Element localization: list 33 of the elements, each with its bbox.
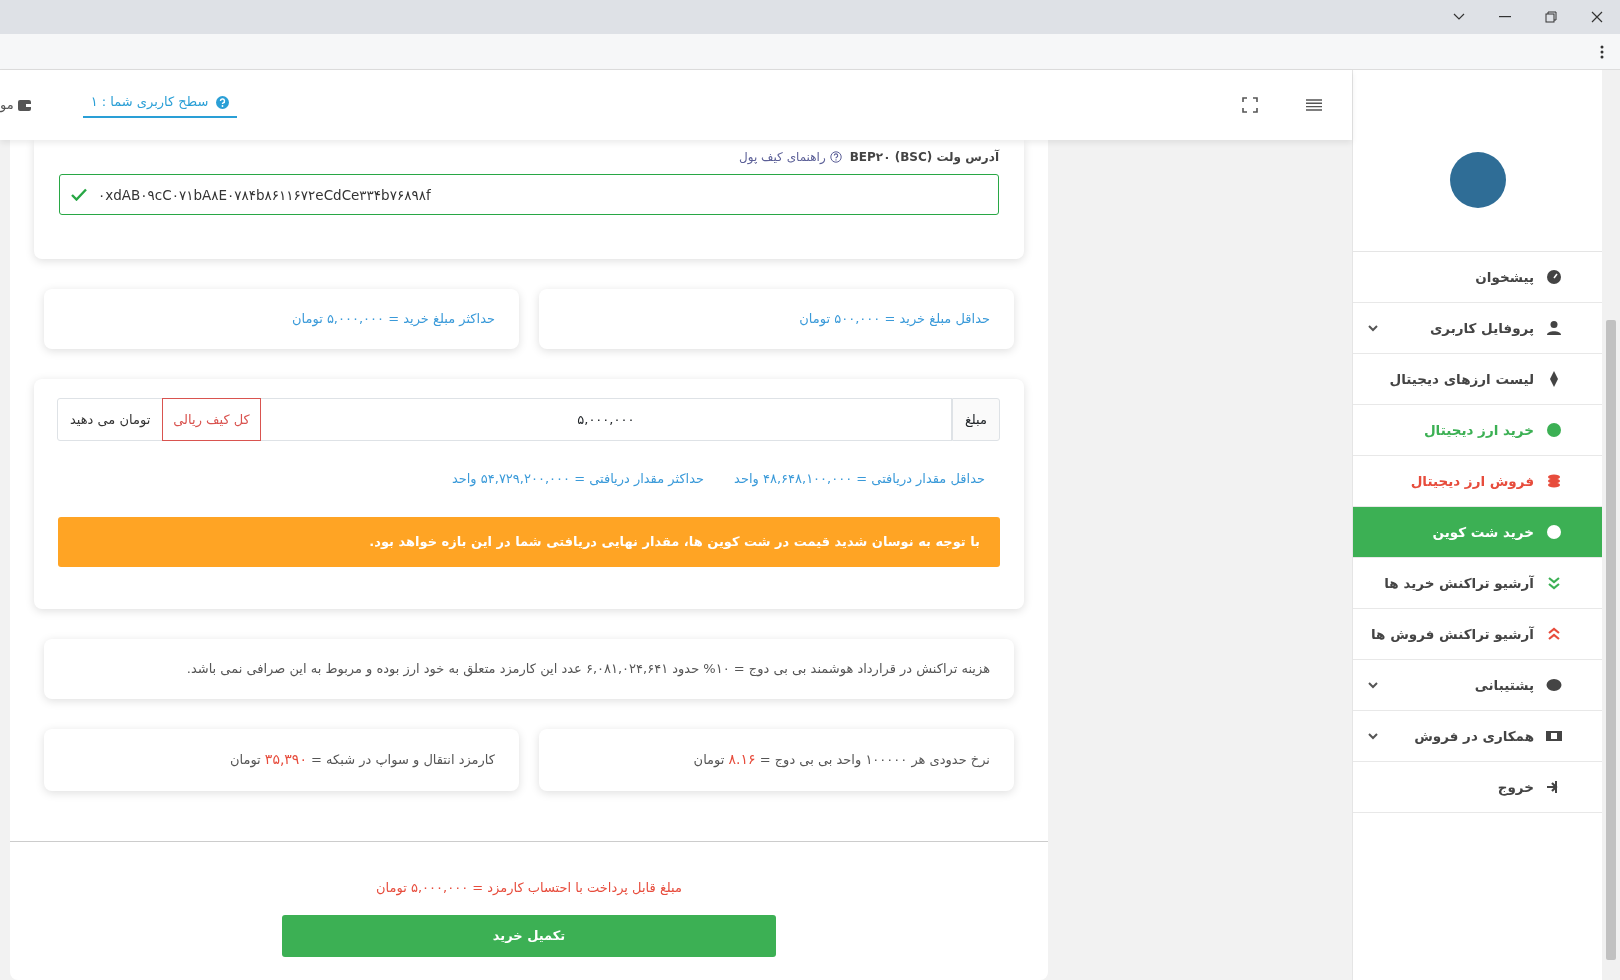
amount-label: مبلغ — [951, 398, 1000, 441]
wallet-icon — [17, 99, 31, 111]
wallet-guide-link[interactable]: راهنمای کیف پول — [739, 148, 842, 166]
gauge-icon — [1546, 269, 1562, 285]
coin-icon — [1546, 524, 1562, 540]
amount-field[interactable]: ۵,۰۰۰,۰۰۰ — [259, 398, 952, 441]
money-icon — [1546, 728, 1562, 744]
coins-icon — [1546, 473, 1562, 489]
currency-suffix: تومان می دهید — [57, 398, 164, 441]
fullscreen-icon[interactable] — [1242, 97, 1258, 113]
warning-alert: با توجه به نوسان شدید قیمت در شت کوین ها، مقدار نهایی دریافتی شما در این بازه خواهد بود. — [58, 516, 1000, 567]
rate-text: کارمزد انتقال و سواپ در شبکه = ۳۵,۳۹۰ تومان — [229, 750, 495, 770]
nav-link-text[interactable]: مو — [0, 95, 14, 115]
field-label: آدرس ولت BEP۲۰ (BSC) — [849, 148, 999, 166]
help-icon — [216, 95, 230, 109]
limit-text: حداکثر مبلغ خرید = ۵,۰۰۰,۰۰۰ تومان — [291, 310, 495, 329]
check-icon — [71, 188, 87, 201]
payable-amount-text: مبلغ قابل پرداخت با احتساب کارمزد = ۵,۰۰۰,۰۰۰ تومان — [376, 878, 682, 897]
rate-text: نرخ حدودی هر ۱۰۰۰۰۰ واحد بی بی دوج = ۸.۱۶ تومان — [693, 750, 990, 770]
wallet-address-field[interactable]: ۰xdAB۰۹cC۰۷۱bA۸E۰۷۸۴b۸۶۱۱۶۷۲eCdCe۳۳۴b۷۶۸۹۸f — [59, 174, 999, 215]
menu-icon[interactable] — [1306, 99, 1322, 111]
receive-range-text: حداکثر مقدار دریافتی = ۵۴,۷۲۹,۲۰۰,۰۰۰ واحد — [451, 470, 705, 489]
help-icon — [829, 151, 842, 163]
coin-icon — [1546, 422, 1562, 438]
limit-text: حداقل مبلغ خرید = ۵۰۰,۰۰۰ تومان — [799, 310, 990, 329]
double-chevron-down-icon — [1546, 575, 1562, 591]
chat-icon — [1546, 677, 1562, 693]
all-wallet-button[interactable]: کل کیف ریالی — [162, 398, 261, 441]
user-icon — [1546, 320, 1562, 336]
receive-range-text: حداقل مقدار دریافتی = ۴۸,۶۴۸,۱۰۰,۰۰۰ واحد — [734, 470, 985, 489]
fee-note-text: هزینه تراکنش در قرارداد هوشمند بی بی دوج = ۱۰% حدود ۶,۰۸۱,۰۲۴,۶۴۱ عدد این کارمزد متعلق به خود ارز بوده و مربوط به این صرافی نمی باشد. — [186, 659, 990, 679]
kebab-menu-icon[interactable] — [1600, 44, 1604, 59]
double-chevron-up-icon — [1546, 626, 1562, 642]
